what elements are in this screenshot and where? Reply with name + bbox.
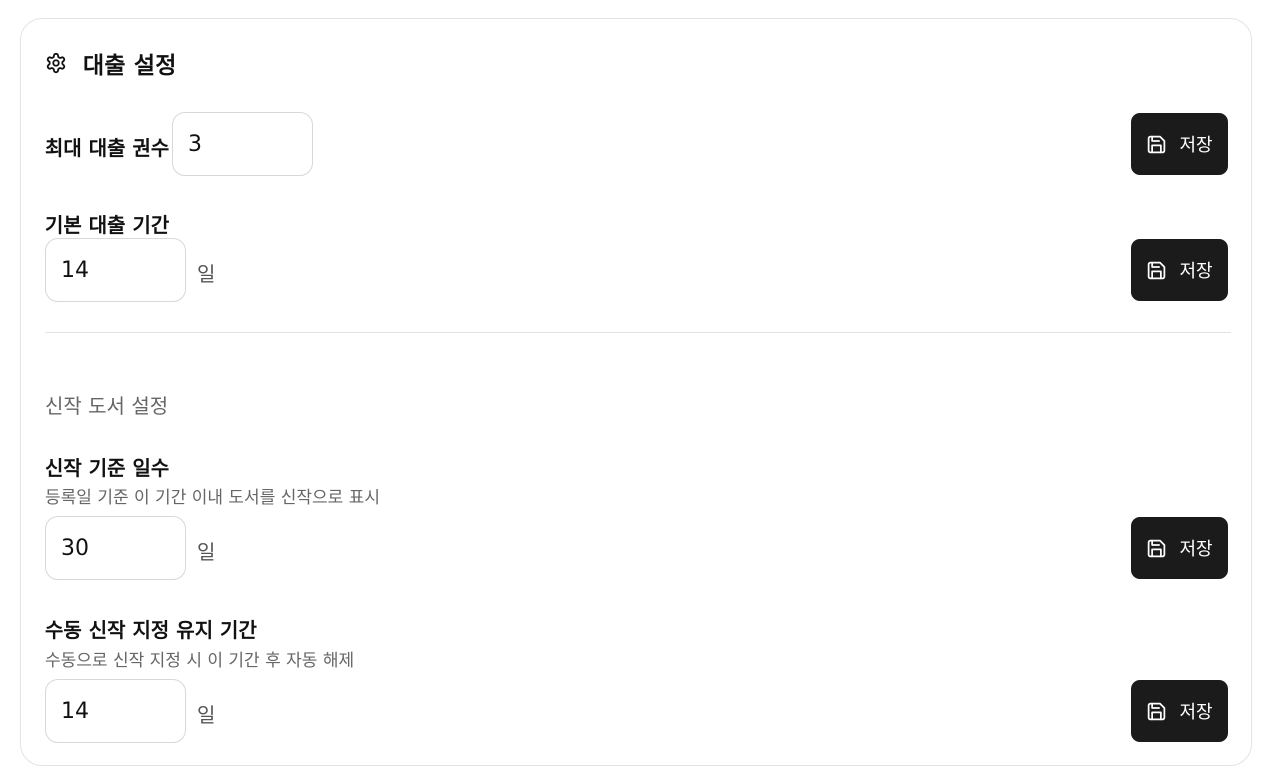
loan-settings-card: 대출 설정 최대 대출 권수 저장 기본 대출 기간 일 저장 신작 도서 설정… — [20, 18, 1252, 766]
card-header: 대출 설정 — [45, 47, 177, 79]
save-icon — [1146, 701, 1167, 722]
save-button-label: 저장 — [1179, 702, 1213, 723]
save-manual-keep-button[interactable]: 저장 — [1131, 680, 1228, 742]
default-period-unit: 일 — [197, 262, 216, 286]
threshold-days-unit: 일 — [197, 540, 216, 564]
manual-keep-hint: 수동으로 신작 지정 시 이 기간 후 자동 해제 — [45, 651, 355, 671]
max-books-input[interactable] — [172, 112, 313, 176]
save-threshold-days-button[interactable]: 저장 — [1131, 517, 1228, 579]
save-icon — [1146, 260, 1167, 281]
manual-keep-label: 수동 신작 지정 유지 기간 — [45, 618, 257, 642]
save-icon — [1146, 538, 1167, 559]
manual-keep-unit: 일 — [197, 703, 216, 727]
default-period-label: 기본 대출 기간 — [45, 213, 170, 237]
gear-icon — [45, 52, 67, 74]
section-divider — [45, 332, 1231, 333]
save-button-label: 저장 — [1179, 539, 1213, 560]
save-max-books-button[interactable]: 저장 — [1131, 113, 1228, 175]
threshold-days-input[interactable] — [45, 516, 186, 580]
threshold-days-label: 신작 기준 일수 — [45, 456, 170, 480]
manual-keep-input[interactable] — [45, 679, 186, 743]
card-title: 대출 설정 — [83, 53, 177, 79]
max-books-label: 최대 대출 권수 — [45, 136, 170, 160]
save-default-period-button[interactable]: 저장 — [1131, 239, 1228, 301]
default-period-input[interactable] — [45, 238, 186, 302]
threshold-days-hint: 등록일 기준 이 기간 이내 도서를 신작으로 표시 — [45, 488, 380, 508]
save-button-label: 저장 — [1179, 135, 1213, 156]
save-icon — [1146, 134, 1167, 155]
new-books-section-title: 신작 도서 설정 — [45, 394, 169, 418]
save-button-label: 저장 — [1179, 261, 1213, 282]
